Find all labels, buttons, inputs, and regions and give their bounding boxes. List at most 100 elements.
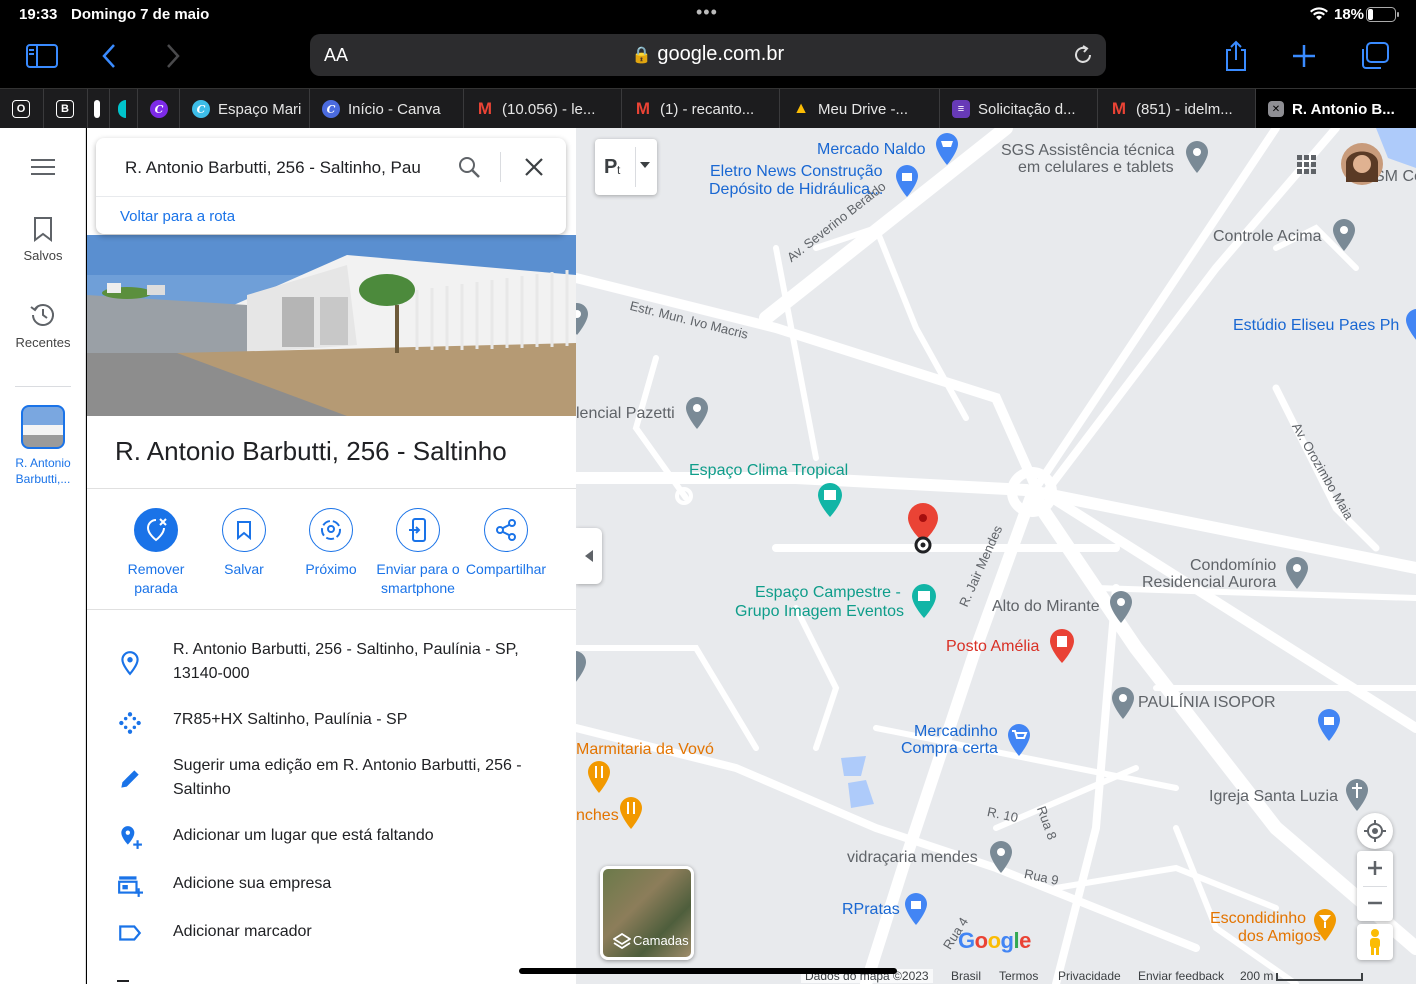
tabs-overview-icon[interactable]	[1360, 42, 1390, 70]
map-label-marmitaria-vovo[interactable]: Marmitaria da Vovó	[576, 741, 714, 759]
search-input[interactable]: R. Antonio Barbutti, 256 - Saltinho, Pau	[125, 158, 430, 178]
reload-icon[interactable]	[1072, 44, 1094, 66]
map-label-paulinia-isopor[interactable]: PAULÍNIA ISOPOR	[1138, 694, 1276, 712]
tab-item[interactable]	[110, 89, 138, 129]
street-view-photo[interactable]	[87, 235, 576, 416]
place-pin-icon[interactable]	[576, 302, 590, 336]
share-button[interactable]: Compartilhar	[461, 508, 551, 579]
shopping-bag-pin-icon[interactable]	[903, 892, 929, 926]
add-missing-place-row[interactable]: Adicionar um lugar que está faltando	[87, 824, 576, 854]
zoom-out-icon[interactable]	[1368, 901, 1382, 905]
home-indicator[interactable]	[519, 968, 897, 974]
map-label-condominio[interactable]: Condomínio	[1190, 557, 1276, 575]
map-label-mercadinho[interactable]: Mercadinho	[914, 723, 998, 741]
map-label-lanches[interactable]: nches	[576, 807, 619, 825]
terms-link[interactable]: Termos	[999, 969, 1038, 983]
map-label-controle-acima[interactable]: Controle Acima	[1213, 228, 1322, 246]
map-label-espaco-clima-tropical[interactable]: Espaço Clima Tropical	[689, 462, 848, 480]
forward-icon[interactable]	[165, 43, 181, 69]
place-pin-icon[interactable]	[1110, 686, 1136, 720]
restaurant-pin-icon[interactable]	[586, 760, 612, 794]
address-row[interactable]: R. Antonio Barbutti, 256 - Saltinho, Pau…	[87, 638, 576, 688]
new-tab-icon[interactable]	[1292, 44, 1316, 68]
avatar[interactable]	[1340, 142, 1384, 186]
shopping-bag-pin-icon[interactable]	[1316, 708, 1342, 742]
map-label-estudio-eliseu[interactable]: Estúdio Eliseu Paes Ph	[1233, 317, 1399, 335]
country-link[interactable]: Brasil	[951, 969, 981, 983]
add-business-row[interactable]: Adicione sua empresa	[87, 872, 576, 902]
back-icon[interactable]	[101, 43, 117, 69]
map-label-eletro-news[interactable]: Eletro News Construção	[710, 163, 883, 181]
map-label-alto-do-mirante[interactable]: Alto do Mirante	[992, 598, 1100, 616]
sidebar-toggle-icon[interactable]	[26, 44, 58, 68]
map-label-escondidinho[interactable]: Escondidinho	[1210, 910, 1306, 928]
plus-code-row[interactable]: 7R85+HX Saltinho, Paulínia - SP	[87, 708, 576, 738]
bar-pin-icon[interactable]	[1312, 908, 1338, 942]
collapse-panel-button[interactable]	[576, 528, 602, 584]
privacy-link[interactable]: Privacidade	[1058, 969, 1121, 983]
tab-item[interactable]: ▲ Meu Drive -...	[780, 89, 940, 129]
rail-saved[interactable]: Salvos	[0, 216, 86, 263]
map-label-rpratas[interactable]: RPratas	[842, 901, 900, 919]
feedback-link[interactable]: Enviar feedback	[1138, 969, 1224, 983]
place-pin-icon[interactable]	[988, 840, 1014, 874]
save-button[interactable]: Salvar	[199, 508, 289, 579]
shopping-pin-icon[interactable]	[934, 132, 960, 166]
back-to-route-link[interactable]: Voltar para a rota	[120, 208, 235, 225]
restaurant-pin-icon[interactable]	[618, 796, 644, 830]
map-canvas[interactable]: Mercado Naldo Eletro News Construção Dep…	[576, 128, 1416, 984]
tab-item[interactable]: C Início - Canva	[310, 89, 464, 129]
rail-recent-place[interactable]: R. Antonio Barbutti,...	[0, 405, 86, 487]
place-pin-icon[interactable]	[1184, 140, 1210, 174]
tab-item[interactable]: B	[44, 89, 88, 129]
tab-item[interactable]: C	[138, 89, 180, 129]
map-label-residencial-pazetti[interactable]: lencial Pazetti	[576, 405, 675, 423]
tab-item[interactable]: M (851) - idelm...	[1098, 89, 1256, 129]
suggest-edit-row[interactable]: Sugerir uma edição em R. Antonio Barbutt…	[87, 754, 576, 804]
map-label-vidracaria-mendes[interactable]: vidraçaria mendes	[847, 849, 978, 867]
destination-pin-icon[interactable]	[906, 502, 940, 554]
multitask-dots-icon[interactable]: •••	[696, 2, 718, 23]
close-tab-icon[interactable]: ✕	[1268, 101, 1284, 117]
gas-station-pin-icon[interactable]	[1048, 628, 1076, 664]
tab-item[interactable]: M (10.056) - le...	[464, 89, 622, 129]
my-location-button[interactable]	[1357, 813, 1393, 849]
tab-item[interactable]: C Espaço Mari	[180, 89, 310, 129]
grocery-pin-icon[interactable]	[1006, 723, 1032, 757]
street-view-pegman-button[interactable]	[1357, 924, 1393, 960]
close-icon[interactable]	[525, 158, 543, 176]
rail-recent[interactable]: Recentes	[0, 301, 86, 350]
nearby-button[interactable]: Próximo	[286, 508, 376, 579]
tab-item[interactable]: M (1) - recanto...	[622, 89, 780, 129]
tab-item[interactable]: ≡ Solicitação d...	[940, 89, 1098, 129]
map-label-sgs-assistencia[interactable]: SGS Assistência técnica	[1001, 142, 1174, 160]
chevron-down-icon[interactable]	[640, 162, 650, 168]
remove-stop-button[interactable]: Remover parada	[111, 508, 201, 598]
place-pin-icon[interactable]	[1284, 556, 1310, 590]
map-label-espaco-campestre[interactable]: Espaço Campestre -	[755, 584, 901, 602]
send-to-phone-button[interactable]: Enviar para o smartphone	[373, 508, 463, 598]
transit-layer-button[interactable]: P t	[595, 139, 657, 195]
place-pin-icon[interactable]	[1108, 590, 1134, 624]
menu-icon[interactable]	[31, 158, 55, 176]
layers-button[interactable]: Camadas	[600, 866, 694, 960]
event-venue-pin-icon[interactable]	[816, 482, 844, 518]
map-label-posto-amelia[interactable]: Posto Amélia	[946, 638, 1039, 656]
search-icon[interactable]	[458, 156, 480, 178]
place-pin-icon[interactable]	[1331, 218, 1357, 252]
place-pin-icon[interactable]	[576, 650, 588, 684]
apps-grid-icon[interactable]	[1296, 154, 1318, 176]
tab-item[interactable]: O	[0, 89, 44, 129]
place-pin-icon[interactable]	[684, 396, 710, 430]
add-label-row[interactable]: Adicionar marcador	[87, 920, 576, 950]
shopping-bag-pin-icon[interactable]	[894, 164, 920, 198]
event-venue-pin-icon[interactable]	[910, 583, 938, 619]
tab-item-active[interactable]: ✕ R. Antonio B...	[1256, 89, 1416, 129]
church-pin-icon[interactable]	[1344, 778, 1370, 812]
share-icon[interactable]	[1224, 40, 1248, 72]
address-bar[interactable]: AA 🔒 google.com.br	[310, 34, 1106, 76]
zoom-in-icon[interactable]	[1368, 861, 1382, 875]
place-pin-icon[interactable]	[1404, 308, 1416, 342]
scale-label[interactable]: 200 m	[1240, 969, 1273, 983]
map-label-mercado-naldo[interactable]: Mercado Naldo	[817, 141, 926, 159]
